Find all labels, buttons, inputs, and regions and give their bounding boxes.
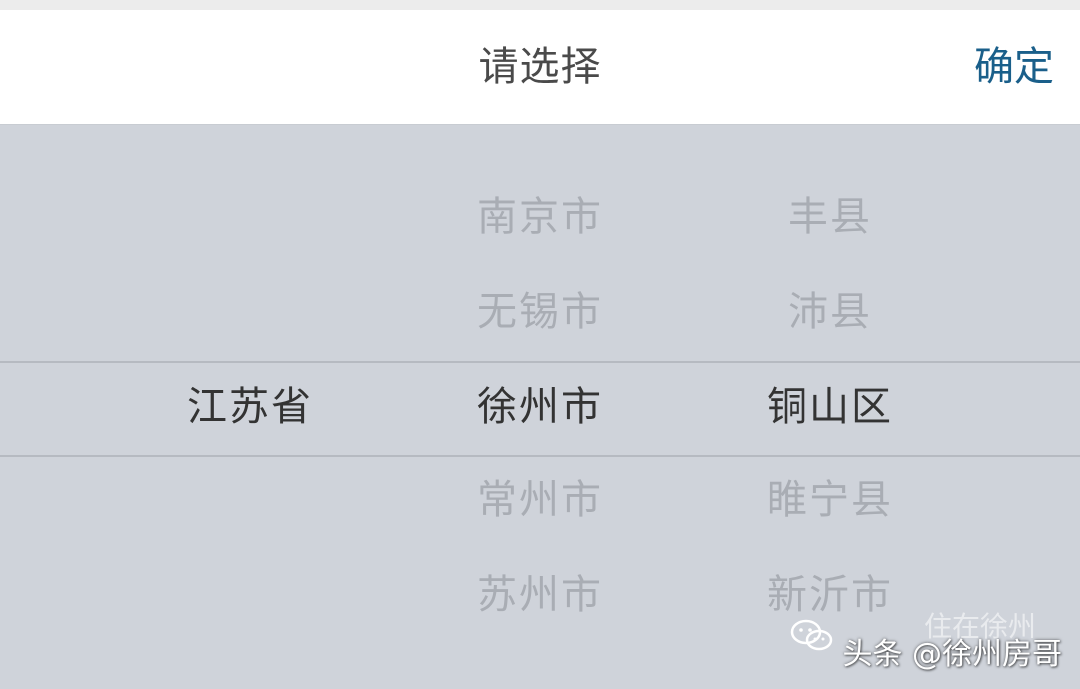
region-picker-screen: 请选择 确定 江苏省 南京市 无锡市 徐州市 常州市 苏州市 丰县 沛县 铜山区…	[0, 0, 1080, 689]
province-option[interactable]: 江苏省	[150, 377, 350, 437]
district-option[interactable]: 新沂市	[730, 565, 930, 625]
city-option[interactable]: 常州市	[440, 470, 640, 530]
district-option-selected[interactable]: 铜山区	[730, 377, 930, 437]
city-option[interactable]: 苏州市	[440, 565, 640, 625]
city-column[interactable]: 南京市 无锡市 徐州市 常州市 苏州市	[440, 125, 640, 689]
district-option[interactable]: 沛县	[730, 282, 930, 342]
district-option[interactable]: 丰县	[730, 187, 930, 247]
wechat-icon	[791, 619, 833, 651]
confirm-button[interactable]: 确定	[974, 10, 1054, 124]
watermark: 住在徐州 头条 @徐州房哥	[790, 610, 1062, 675]
district-column[interactable]: 丰县 沛县 铜山区 睢宁县 新沂市	[730, 125, 930, 689]
city-option[interactable]: 无锡市	[440, 282, 640, 342]
picker-title: 请选择	[478, 44, 602, 90]
picker-wheels[interactable]: 江苏省 南京市 无锡市 徐州市 常州市 苏州市 丰县 沛县 铜山区 睢宁县 新沂…	[0, 125, 1080, 689]
picker-header: 请选择 确定	[0, 10, 1080, 125]
city-option[interactable]: 南京市	[440, 187, 640, 247]
district-option[interactable]: 睢宁县	[730, 470, 930, 530]
province-column[interactable]: 江苏省	[150, 125, 350, 689]
watermark-faint-text: 住在徐州	[923, 610, 1036, 643]
city-option-selected[interactable]: 徐州市	[440, 377, 640, 437]
